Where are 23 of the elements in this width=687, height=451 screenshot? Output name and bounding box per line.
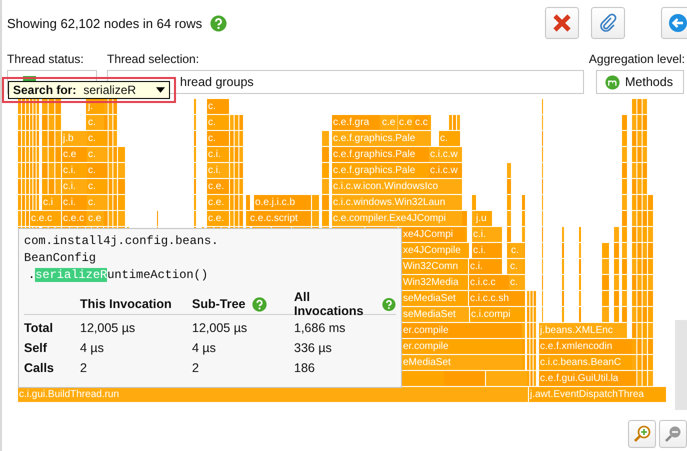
column-header: This Invocation [80,297,172,311]
method-name-text: .serializeRuntimeAction() [27,267,210,284]
table-cell-text: 336 µs [294,341,333,355]
column-header: All Invocations [294,290,364,318]
summary-text: Showing 62,102 nodes in 64 rows [7,16,202,30]
aggregation-level-label: Aggregation level: [588,52,685,66]
table-cell-text: 186 [294,361,316,375]
class-name-text: com.install4j.config.beans. [24,233,220,250]
table-cell-text: 4 µs [192,341,217,355]
class-name-text: BeanConfig [24,250,98,267]
search-label: Search for: [13,83,76,97]
table-cell-text: 1,686 ms [294,321,346,335]
table-cell-text: 12,005 µs [192,321,248,335]
table-cell-text: 2 [192,361,200,375]
row-header: Total [24,321,54,335]
thread-status-label: Thread status: [7,52,84,66]
row-header: Calls [24,361,55,375]
table-cell-text: 4 µs [80,341,105,355]
column-header: Sub-Tree [192,297,246,311]
table-cell-text: 12,005 µs [80,321,136,335]
thread-selection-label: Thread selection: [107,52,200,66]
row-header: Self [24,341,48,355]
table-cell-text: 2 [80,361,88,375]
